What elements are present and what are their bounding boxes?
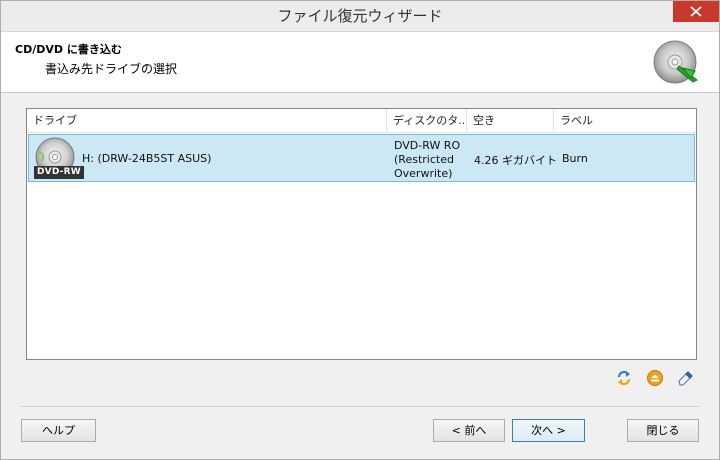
refresh-icon[interactable]: [616, 370, 632, 386]
drive-row[interactable]: DVD-RW H: (DRW-24B5ST ASUS) DVD-RW RO (R…: [28, 134, 695, 182]
column-header-disc-type[interactable]: ディスクのタ...: [387, 109, 467, 133]
window-title: ファイル復元ウィザード: [277, 7, 443, 25]
back-button[interactable]: < 前へ: [433, 419, 505, 442]
eject-icon[interactable]: [647, 370, 663, 386]
close-button[interactable]: 閉じる: [627, 419, 699, 442]
dvd-rw-badge: DVD-RW: [34, 166, 84, 179]
disc-type-line-2: (Restricted: [394, 153, 454, 166]
column-header-label[interactable]: ラベル: [554, 109, 696, 133]
disc-type-line-3: Overwrite): [394, 167, 453, 180]
next-button[interactable]: 次へ >: [512, 419, 585, 442]
column-header-free[interactable]: 空き: [467, 109, 554, 133]
drive-list[interactable]: ドライブ ディスクのタ... 空き ラベル DVD-RW H: (DRW-24B…: [26, 108, 697, 360]
close-window-button[interactable]: [673, 1, 719, 22]
column-header-drive[interactable]: ドライブ: [27, 109, 387, 133]
free-space: 4.26 ギガバイト: [474, 154, 557, 167]
drive-name: H: (DRW-24B5ST ASUS): [82, 152, 212, 165]
cd-burn-icon: [653, 40, 698, 84]
title-bar: ファイル復元ウィザード: [1, 1, 719, 32]
erase-disc-icon[interactable]: [677, 370, 693, 386]
wizard-header: CD/DVD に書き込む 書込み先ドライブの選択: [1, 32, 719, 93]
disc-label: Burn: [562, 152, 588, 165]
help-button[interactable]: ヘルプ: [21, 419, 96, 442]
wizard-step-subtitle: 書込み先ドライブの選択: [45, 62, 178, 76]
disc-type-line-1: DVD-RW RO: [394, 139, 461, 152]
drive-list-header: ドライブ ディスクのタ... 空き ラベル: [27, 109, 696, 133]
wizard-step-title: CD/DVD に書き込む: [15, 43, 122, 56]
close-icon: [690, 6, 702, 17]
footer-separator: [21, 406, 699, 407]
file-recovery-wizard-window: ファイル復元ウィザード CD/DVD に書き込む 書込み先ドライブの選択 ドライ…: [0, 0, 720, 460]
